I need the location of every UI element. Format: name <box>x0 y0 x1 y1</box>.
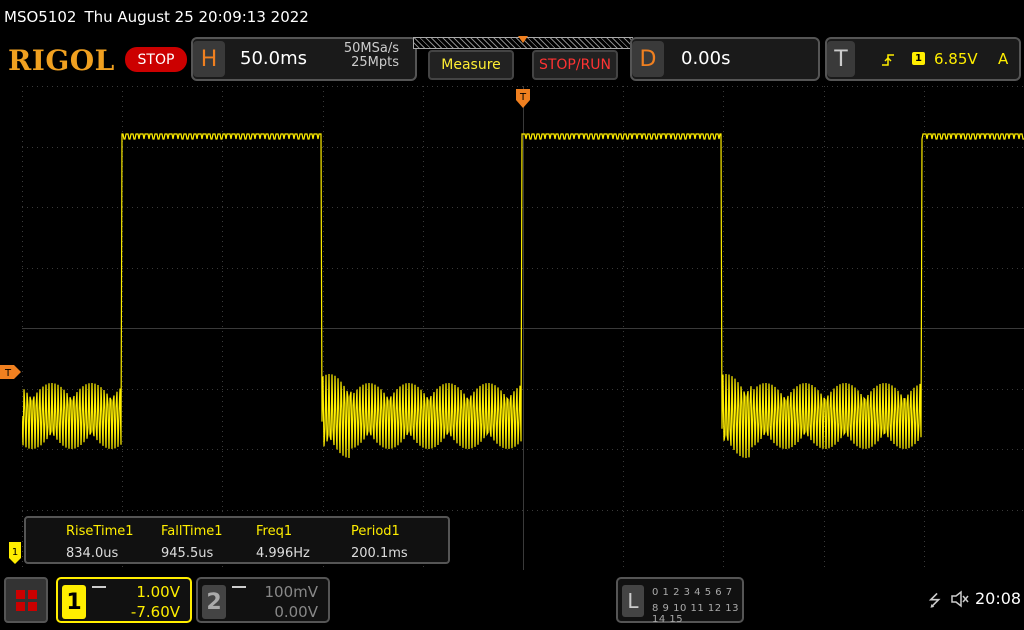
trigger-letter[interactable]: T <box>827 41 855 77</box>
waveform-svg[interactable] <box>22 86 1024 570</box>
measurement-item: Freq1 4.996Hz <box>256 524 310 561</box>
logic-analyzer-panel[interactable]: L 0 1 2 3 4 5 6 7 8 9 10 11 12 13 14 15 <box>616 577 744 625</box>
measurement-item: RiseTime1 834.0us <box>66 524 134 561</box>
menu-grid-icon <box>15 589 25 599</box>
rigol-logo: RIGOL <box>8 44 115 77</box>
trigger-level: 6.85V <box>934 50 978 68</box>
channel-1-offset: -7.60V <box>130 603 180 621</box>
measurement-label: Freq1 <box>256 524 293 539</box>
trigger-position-marker: T <box>516 89 530 108</box>
horizontal-letter[interactable]: H <box>193 41 225 77</box>
measure-button[interactable]: Measure <box>428 50 514 80</box>
trigger-source-badge: 1 <box>912 52 925 65</box>
measurement-panel[interactable]: RiseTime1 834.0us FallTime1 945.5us Freq… <box>24 516 450 564</box>
stop-run-button[interactable]: STOP/RUN <box>532 50 618 80</box>
menu-grid-icon <box>15 601 25 611</box>
trigger-position-label: T <box>519 92 527 103</box>
trigger-mode: A <box>998 50 1009 68</box>
measurement-label: FallTime1 <box>161 524 223 539</box>
measurement-value: 945.5us <box>161 546 214 561</box>
datetime-label: Thu August 25 20:09:13 2022 <box>84 8 309 26</box>
usb-icon: ⭍ <box>928 591 942 610</box>
channel-2-number: 2 <box>202 585 226 619</box>
ch1-offset-marker[interactable]: 1 <box>8 541 22 565</box>
trigger-level-marker[interactable]: T <box>0 364 22 380</box>
channel-1-scale: 1.00V <box>136 583 180 601</box>
channel-1-number: 1 <box>62 585 86 619</box>
measurement-value: 4.996Hz <box>256 546 310 561</box>
la-channels-row-2: 8 9 10 11 12 13 14 15 <box>652 603 740 625</box>
main-menu-button[interactable] <box>4 577 48 623</box>
acquisition-info: 50MSa/s 25Mpts <box>333 42 399 70</box>
measurement-value: 200.1ms <box>351 546 408 561</box>
channel-2-panel[interactable]: 2 100mV 0.00V <box>196 577 330 623</box>
clock: 20:08 <box>975 589 1022 608</box>
speaker-muted-icon[interactable] <box>950 590 970 608</box>
delay-value: 0.00s <box>681 48 731 69</box>
timebase-value: 50.0ms <box>240 48 307 69</box>
memory-position-marker <box>518 36 528 43</box>
la-channels-row-1: 0 1 2 3 4 5 6 7 <box>652 587 733 598</box>
ch1-offset-marker-label: 1 <box>12 547 18 558</box>
channel-2-scale: 100mV <box>264 583 318 601</box>
rising-edge-icon <box>882 54 894 66</box>
trigger-level-marker-label: T <box>4 368 12 379</box>
menu-grid-icon <box>27 589 37 599</box>
menu-grid-icon <box>27 601 37 611</box>
measurement-value: 834.0us <box>66 546 119 561</box>
channel-1-panel[interactable]: 1 1.00V -7.60V <box>56 577 192 623</box>
channel-2-offset: 0.00V <box>274 603 318 621</box>
memory-depth: 25Mpts <box>351 55 399 70</box>
run-state-badge[interactable]: STOP <box>125 47 187 72</box>
measurement-item: Period1 200.1ms <box>351 524 408 561</box>
measurement-label: Period1 <box>351 524 400 539</box>
logic-analyzer-letter: L <box>622 585 644 617</box>
graticule <box>22 86 1024 570</box>
waveform-display[interactable] <box>22 86 1024 570</box>
dc-coupling-icon <box>232 586 246 594</box>
measurement-item: FallTime1 945.5us <box>161 524 223 561</box>
top-bar: RIGOL STOP H 50.0ms 50MSa/s 25Mpts Measu… <box>0 34 1024 84</box>
delay-letter[interactable]: D <box>632 41 664 77</box>
bottom-bar: 1 1.00V -7.60V 2 100mV 0.00V L 0 1 2 3 4… <box>0 572 1024 630</box>
dc-coupling-icon <box>92 586 106 594</box>
title-bar: MSO5102 Thu August 25 20:09:13 2022 <box>0 0 1024 34</box>
model-label: MSO5102 <box>4 8 77 26</box>
sample-rate: 50MSa/s <box>343 41 399 56</box>
measurement-label: RiseTime1 <box>66 524 134 539</box>
